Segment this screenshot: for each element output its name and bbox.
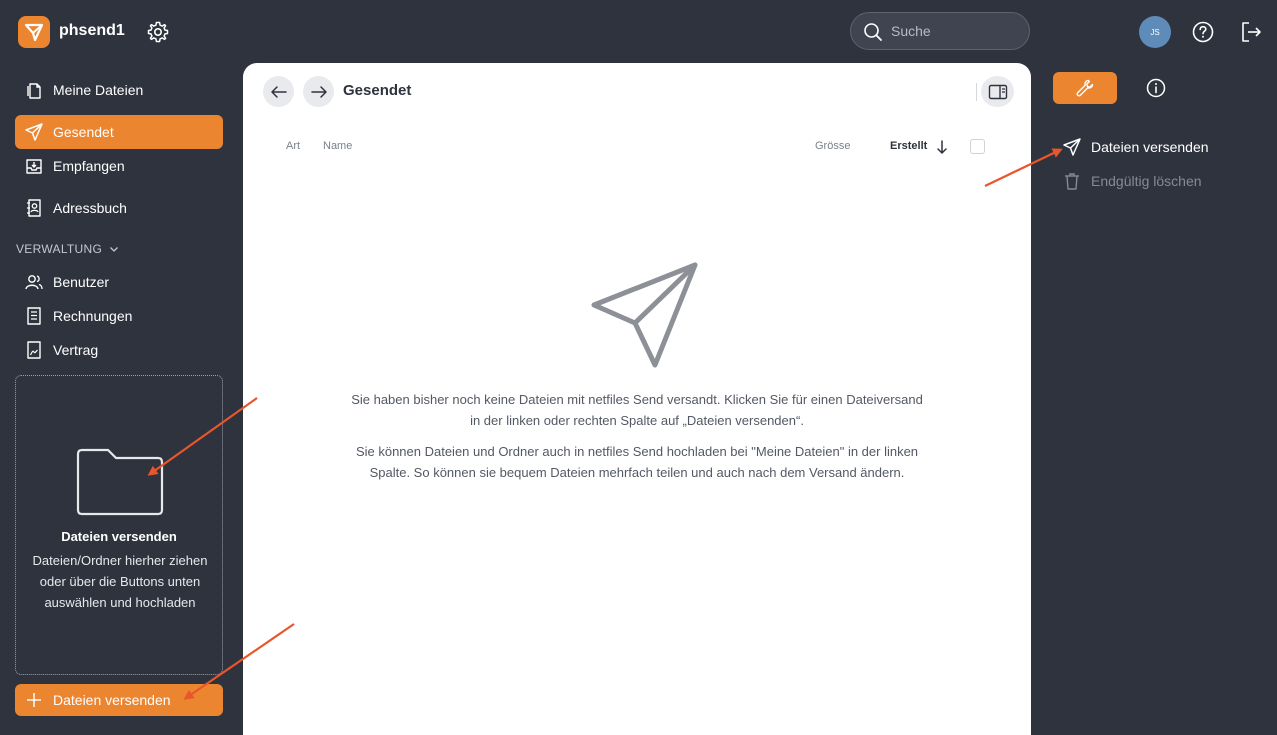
divider: [976, 83, 977, 101]
sidebar-item-meine-dateien[interactable]: Meine Dateien: [15, 73, 223, 107]
sidebar-item-empfangen[interactable]: Empfangen: [15, 149, 223, 183]
page-title: Gesendet: [343, 82, 412, 99]
column-header-name[interactable]: Name: [323, 140, 352, 152]
paper-plane-icon: [591, 262, 698, 368]
dropzone-text: Dateien/Ordner hierher ziehen oder über …: [32, 553, 208, 610]
select-all-checkbox[interactable]: [970, 139, 985, 154]
sidebar-item-benutzer[interactable]: Benutzer: [15, 265, 223, 299]
section-verwaltung[interactable]: VERWALTUNG: [16, 242, 120, 256]
users-icon: [23, 271, 45, 293]
column-header-type[interactable]: Art: [286, 140, 300, 152]
back-button[interactable]: [263, 76, 294, 107]
sidebar-item-label: Gesendet: [53, 124, 114, 140]
app-name: phsend1: [59, 22, 125, 39]
settings-button[interactable]: [146, 20, 170, 44]
app-logo[interactable]: [18, 16, 50, 48]
empty-state-paragraph-1: Sie haben bisher noch keine Dateien mit …: [351, 392, 923, 428]
sidebar-item-label: Adressbuch: [53, 200, 127, 216]
arrow-right-icon: [310, 85, 327, 98]
user-avatar[interactable]: JS: [1139, 16, 1171, 48]
search-icon: [864, 23, 882, 41]
sort-down-icon[interactable]: [935, 139, 949, 155]
invoice-icon: [23, 305, 45, 327]
empty-state-paragraph-2: Sie können Dateien und Ordner auch in ne…: [355, 444, 919, 480]
contract-icon: [23, 339, 45, 361]
sidebar-item-label: Rechnungen: [53, 308, 133, 324]
action-delete-permanently[interactable]: Endgültig löschen: [1061, 171, 1202, 191]
files-icon: [23, 79, 45, 101]
column-header-created[interactable]: Erstellt: [890, 140, 927, 152]
plus-icon: [25, 691, 43, 709]
main-content: Gesendet Art Name Grösse Erstellt Sie ha…: [243, 63, 1031, 735]
help-button[interactable]: [1191, 20, 1215, 49]
inbox-download-icon: [23, 155, 45, 177]
folder-icon: [76, 448, 164, 516]
panel-toggle-button[interactable]: [981, 76, 1014, 107]
info-icon: [1146, 78, 1166, 98]
action-label: Endgültig löschen: [1091, 173, 1202, 189]
search-box[interactable]: [850, 12, 1030, 50]
chevron-down-icon: [110, 247, 119, 252]
wrench-icon: [1076, 79, 1094, 97]
send-files-label: Dateien versenden: [53, 692, 171, 708]
send-files-button[interactable]: Dateien versenden: [15, 684, 223, 716]
dropzone-title: Dateien versenden: [61, 529, 177, 544]
right-panel: Dateien versenden Endgültig löschen: [1031, 63, 1277, 735]
forward-button[interactable]: [303, 76, 334, 107]
sidebar-panel-icon: [988, 84, 1007, 99]
file-dropzone[interactable]: Dateien versenden Dateien/Ordner hierher…: [15, 375, 223, 675]
paper-plane-icon: [23, 121, 45, 143]
help-icon: [1192, 21, 1214, 43]
address-book-icon: [23, 197, 45, 219]
action-send-files[interactable]: Dateien versenden: [1061, 137, 1209, 157]
top-bar: phsend1 JS: [0, 0, 1277, 63]
search-input[interactable]: [891, 21, 1021, 41]
section-label: VERWALTUNG: [16, 242, 103, 256]
arrow-left-icon: [270, 85, 287, 98]
sidebar-item-rechnungen[interactable]: Rechnungen: [15, 299, 223, 333]
action-label: Dateien versenden: [1091, 139, 1209, 155]
sidebar-item-label: Empfangen: [53, 158, 125, 174]
sidebar-item-label: Benutzer: [53, 274, 110, 290]
logout-icon: [1242, 22, 1261, 42]
sidebar-item-label: Meine Dateien: [53, 82, 144, 98]
tab-tools[interactable]: [1053, 72, 1117, 104]
logo-icon: [24, 23, 44, 42]
sidebar-item-vertrag[interactable]: Vertrag: [15, 333, 223, 367]
gear-icon: [147, 21, 169, 43]
empty-state-text: Sie haben bisher noch keine Dateien mit …: [347, 389, 927, 493]
logout-button[interactable]: [1239, 20, 1263, 49]
sidebar-item-adressbuch[interactable]: Adressbuch: [15, 191, 223, 225]
column-header-size[interactable]: Grösse: [815, 140, 850, 152]
trash-icon: [1061, 171, 1083, 191]
sidebar-item-label: Vertrag: [53, 342, 99, 358]
paper-plane-icon: [1061, 137, 1083, 157]
sidebar: Meine Dateien Gesendet Empfangen Adressb…: [0, 63, 243, 735]
sidebar-item-gesendet[interactable]: Gesendet: [15, 115, 223, 149]
tab-info[interactable]: [1145, 77, 1167, 104]
